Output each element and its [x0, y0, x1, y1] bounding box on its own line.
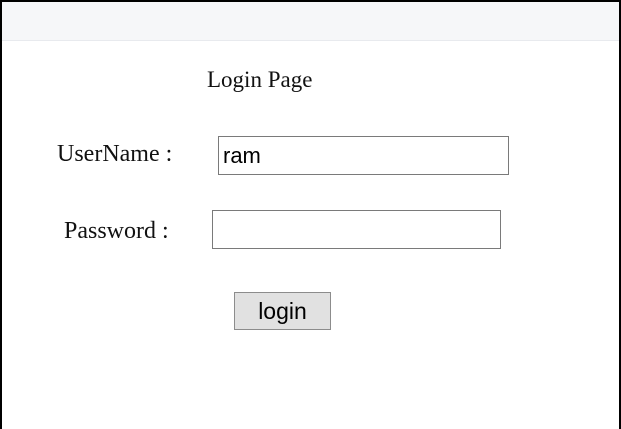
login-button[interactable]: login: [234, 292, 331, 330]
username-label: UserName :: [57, 141, 173, 167]
page-frame: Login Page UserName : Password : login: [0, 0, 621, 429]
page-title: Login Page: [207, 67, 313, 92]
password-label: Password :: [64, 218, 169, 244]
password-input[interactable]: [212, 210, 501, 249]
username-input[interactable]: [218, 136, 509, 175]
top-bar: [2, 2, 619, 41]
